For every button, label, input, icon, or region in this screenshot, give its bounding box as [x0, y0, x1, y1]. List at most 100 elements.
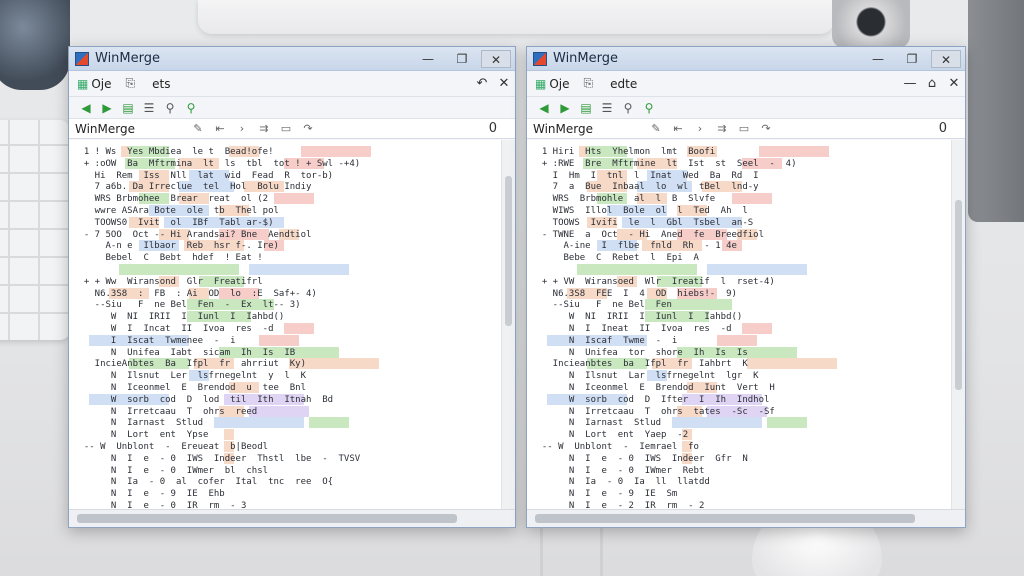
diff-line[interactable]: 1 ! Ws Yes Mbdiea le t Bead!ofe!	[73, 146, 274, 158]
menu-item-open[interactable]: ▦ Oje	[77, 77, 112, 91]
horizontal-scrollbar[interactable]	[527, 509, 965, 527]
menu-item-sets[interactable]: ets	[152, 77, 170, 91]
diff-line[interactable]: TOOWS Ivifi le l Gbl Tsbel an-S	[531, 217, 754, 229]
prev-diff-icon[interactable]: ◀	[77, 100, 95, 116]
next-icon[interactable]: ›	[689, 122, 711, 135]
diff-line[interactable]: A-ine I flbe fnld Rh - 1 4e	[531, 240, 737, 252]
maximize-icon[interactable]: ❐	[447, 50, 477, 68]
close-icon[interactable]: ✕	[931, 49, 961, 68]
diff-line[interactable]: N Ilsnut Ler lsfrnegelnt y l K	[73, 370, 306, 382]
next-diff-icon[interactable]: ▶	[98, 100, 116, 116]
diff-line[interactable]: N I e - 9 IE Sm	[531, 488, 677, 500]
diff-line[interactable]: Incieanbtes ba Ifpl fr Iahbrt K	[531, 358, 748, 370]
diff-line[interactable]: N Iceonmel E Brendod u tee Bnl	[73, 382, 306, 394]
diff-line[interactable]: N Irretcaau T ohrs tates -Sc -Sf	[531, 406, 775, 418]
diff-line[interactable]: N Iscaf Twme - i	[531, 335, 677, 347]
redo-icon[interactable]: ↷	[297, 122, 319, 135]
diff-line[interactable]: TOOWS0 Ivit ol IBf Tabl ar-$)	[73, 217, 274, 229]
diff-line[interactable]: N I e - 0 IWmer bl chsl	[73, 465, 268, 477]
winmerge-window-left[interactable]: WinMerge — ❐ ✕ ▦ Oje ⎘ ets ↶ ✕ ◀ ▶ ▤ ☰ ⚲ …	[68, 46, 516, 528]
diff-line[interactable]: N Ia - 0 al cofer Ital tnc ree O{	[73, 476, 333, 488]
title-bar[interactable]: WinMerge — ❐ ✕	[527, 47, 965, 71]
diff-line[interactable]: N Iarnast Stlud	[73, 417, 203, 429]
diff-line[interactable]: -- W Unblont - Ereueat b|Beodl	[73, 441, 268, 453]
diff-line[interactable]: N Iceonmel E Brendod Iunt Vert H	[531, 382, 775, 394]
horizontal-scrollbar[interactable]	[69, 509, 515, 527]
minimize-pane-icon[interactable]: —	[899, 76, 921, 91]
diff-line[interactable]: wwre ASAra Bote ole tb Thel pol	[73, 205, 279, 217]
diff-line[interactable]: + :oOW Ba Mftrmina lt ls tbl tot ! + Swl…	[73, 158, 360, 170]
diff-line[interactable]: Bebel C Bebt hdef ! Eat !	[73, 252, 263, 264]
diff-line[interactable]: Hi Rem Iss Nll lat wid Fead R tor-b)	[73, 170, 333, 182]
next-icon[interactable]: ›	[231, 122, 253, 135]
diff-line[interactable]: + + Ww Wiransond Glr Freatifrl	[73, 276, 263, 288]
zoom-icon[interactable]: ⚲	[182, 100, 200, 116]
diff-line[interactable]: I Hm I tnl l Inat Wed Ba Rd I	[531, 170, 759, 182]
vertical-scrollbar[interactable]	[951, 140, 965, 509]
diff-line[interactable]: N I e - 9 IE Ehb	[73, 488, 225, 500]
merge-icon[interactable]: ⇉	[253, 122, 275, 135]
minimize-icon[interactable]: —	[413, 50, 443, 68]
diff-line[interactable]: W NI IRII I Iunl I Iahbd()	[73, 311, 284, 323]
diff-line[interactable]: N6.3S8 : FB : Ai OD lo :E Saf+- 4)	[73, 288, 317, 300]
edit-icon[interactable]: ✎	[187, 122, 209, 135]
edit-icon[interactable]: ✎	[645, 122, 667, 135]
diff-line[interactable]: IncieAnbtes Ba Ifpl fr ahrriut Ky)	[73, 358, 306, 370]
diff-line[interactable]: N Unifea Iabt sicam Ih Is IB	[73, 347, 295, 359]
search-icon[interactable]: ⚲	[161, 100, 179, 116]
diff-line[interactable]: -- W Unblont - Iemrael fo	[531, 441, 699, 453]
next-diff-icon[interactable]: ▶	[556, 100, 574, 116]
diff-line[interactable]: N I Ineat II Ivoa res -d	[531, 323, 732, 335]
prev-diff-icon[interactable]: ◀	[535, 100, 553, 116]
vertical-scrollbar[interactable]	[501, 140, 515, 509]
redo-icon[interactable]: ↷	[755, 122, 777, 135]
diff-line[interactable]: - TWNE a Oct - Hi Aned fe Breedfiol	[531, 229, 764, 241]
diff-line[interactable]: N Iarnast Stlud	[531, 417, 661, 429]
diff-line[interactable]: 1 Hiri Hts Yhelmon lmt Boofi	[531, 146, 715, 158]
search-icon[interactable]: ⚲	[619, 100, 637, 116]
diff-line[interactable]: 7 a6b. Da Irreclue tel Hol Bolu Indiy	[73, 181, 312, 193]
list-icon[interactable]: ☰	[140, 100, 158, 116]
first-icon[interactable]: ⇤	[209, 122, 231, 135]
diff-line[interactable]: W I Incat II Ivoa res -d	[73, 323, 274, 335]
diff-line[interactable]: N Unifea tor shore Ih Is Is	[531, 347, 748, 359]
diff-pane[interactable]: 1 Hiri Hts Yhelmon lmt Boofi + :RWE Bre …	[527, 140, 965, 523]
first-icon[interactable]: ⇤	[667, 122, 689, 135]
minimize-icon[interactable]: —	[863, 50, 893, 68]
home-icon[interactable]: ⌂	[921, 76, 943, 91]
diff-line[interactable]: N I e - 0 IWS Indeer Thstl lbe - TVSV	[73, 453, 360, 465]
diff-line[interactable]: 7 a Bue Inbaal lo wl tBel lnd-y	[531, 181, 759, 193]
diff-line[interactable]: W sorb cod D lod til Ith Itnah Bd	[73, 394, 333, 406]
close-icon[interactable]: ✕	[481, 49, 511, 68]
menu-item-edit[interactable]: ⎘	[584, 76, 597, 91]
document-icon[interactable]: ▤	[577, 100, 595, 116]
diff-line[interactable]: W NI IRII I Iunl I Iahbd()	[531, 311, 742, 323]
document-icon[interactable]: ▤	[119, 100, 137, 116]
diff-line[interactable]: N I e - 0 IWmer Rebt	[531, 465, 704, 477]
diff-line[interactable]: N Ilsnut Lar lsfrnegelnt lgr K	[531, 370, 759, 382]
diff-line[interactable]: WRS Brbmohle al l B Slvfe	[531, 193, 716, 205]
diff-line[interactable]: WRS Brbmohee Brear reat ol (2	[73, 193, 268, 205]
winmerge-window-right[interactable]: WinMerge — ❐ ✕ ▦ Oje ⎘ edte — ⌂ ✕ ◀ ▶ ▤ ☰…	[526, 46, 966, 528]
diff-line[interactable]: W sorb cod D Ifter I Ih Indhol	[531, 394, 770, 406]
diff-line[interactable]: N Lort ent Ypse	[73, 429, 209, 441]
diff-line[interactable]: N Irretcaau T ohrs reed	[73, 406, 257, 418]
diff-line[interactable]: A-n e Ilbaor Reb hsr f-. Ire)	[73, 240, 279, 252]
diff-line[interactable]: --Siu F ne Bel Fen - Ex lt-- 3)	[73, 299, 301, 311]
diff-line[interactable]: N Lort ent Yaep -2	[531, 429, 688, 441]
maximize-icon[interactable]: ❐	[897, 50, 927, 68]
diff-line[interactable]: WIWS Illol Bole ol l Ted Ah l	[531, 205, 748, 217]
diff-line[interactable]: - 7 5OO Oct -- Hi Arandsai? Bne Aendtiol	[73, 229, 312, 241]
menu-item-edit[interactable]: ⎘	[126, 76, 139, 91]
diff-line[interactable]: N I e - 0 IWS Indeer Gfr N	[531, 453, 748, 465]
diff-line[interactable]: I Iscat Twmenee - i	[73, 335, 236, 347]
diff-line[interactable]: Bebe C Rebet l Epi A	[531, 252, 699, 264]
menu-item-open[interactable]: ▦ Oje	[535, 77, 570, 91]
diff-line[interactable]: --Siu F ne Bel Fen	[531, 299, 672, 311]
merge-icon[interactable]: ⇉	[711, 122, 733, 135]
menu-close-icon[interactable]: ✕	[943, 76, 965, 91]
undo-icon[interactable]: ↶	[471, 76, 493, 91]
page-icon[interactable]: ▭	[733, 122, 755, 135]
diff-line[interactable]: + :RWE Bre Mftrmine lt Ist st Seel - 4)	[531, 158, 797, 170]
menu-close-icon[interactable]: ✕	[493, 76, 515, 91]
